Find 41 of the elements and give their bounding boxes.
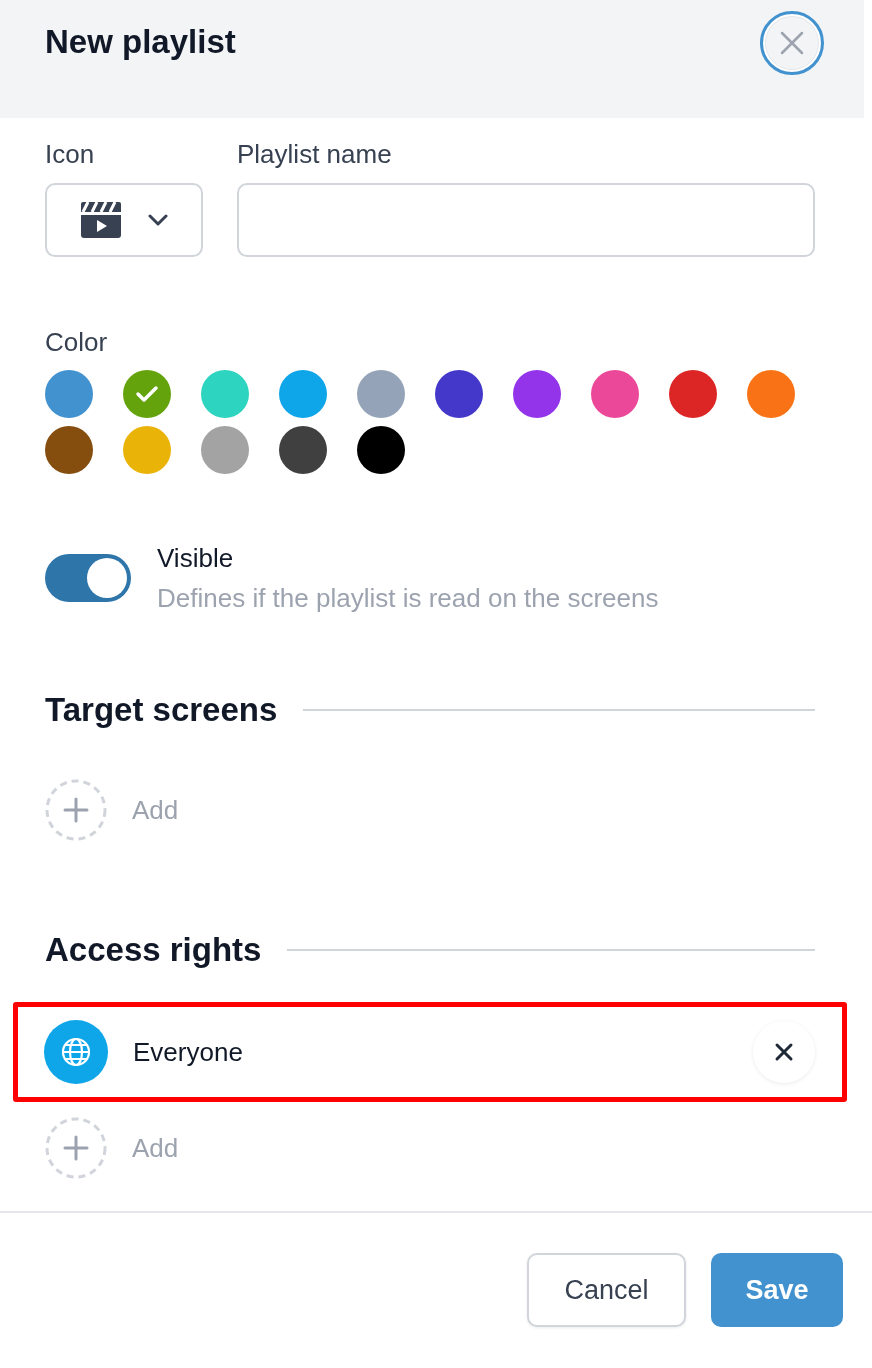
add-button[interactable]: Add: [45, 779, 179, 841]
section-title: Target screens: [45, 690, 278, 730]
color-swatch[interactable]: [45, 370, 93, 418]
color-swatch[interactable]: [747, 370, 795, 418]
color-swatch[interactable]: [45, 426, 93, 474]
globe-icon: [44, 1020, 108, 1084]
field-label: Playlist name: [237, 138, 393, 170]
x-icon: [774, 1042, 794, 1062]
color-swatch[interactable]: [279, 370, 327, 418]
toggle-label: Visible: [157, 542, 235, 574]
close-button[interactable]: [760, 11, 824, 75]
remove-button[interactable]: [753, 1021, 815, 1083]
field-label: Icon: [45, 138, 96, 170]
color-swatch[interactable]: [201, 370, 249, 418]
dialog-title: New playlist: [45, 22, 236, 62]
color-swatch[interactable]: [669, 370, 717, 418]
cancel-button[interactable]: Cancel: [527, 1253, 686, 1327]
toggle-description: Defines if the playlist is read on the screens: [157, 582, 659, 614]
clapperboard-icon: [80, 201, 122, 239]
field-label: Color: [45, 326, 109, 358]
color-swatch[interactable]: [357, 370, 405, 418]
color-swatch[interactable]: [279, 426, 327, 474]
color-swatch[interactable]: [513, 370, 561, 418]
save-button[interactable]: Save: [711, 1253, 843, 1327]
entry-name: Everyone: [133, 1036, 244, 1068]
color-swatch[interactable]: [357, 426, 405, 474]
plus-icon: [45, 1117, 107, 1179]
color-swatch[interactable]: [591, 370, 639, 418]
input-field[interactable]: [237, 183, 815, 257]
add-button[interactable]: Add: [45, 1117, 179, 1179]
toggle-switch[interactable]: [45, 554, 131, 602]
color-swatch[interactable]: [123, 370, 171, 418]
close-icon: [779, 30, 805, 56]
icon-select[interactable]: [45, 183, 203, 257]
color-swatch[interactable]: [123, 426, 171, 474]
check-icon: [135, 385, 159, 403]
plus-icon: [45, 779, 107, 841]
section-title: Access rights: [45, 930, 262, 970]
color-swatch[interactable]: [201, 426, 249, 474]
color-swatch[interactable]: [435, 370, 483, 418]
chevron-down-icon: [148, 214, 168, 226]
